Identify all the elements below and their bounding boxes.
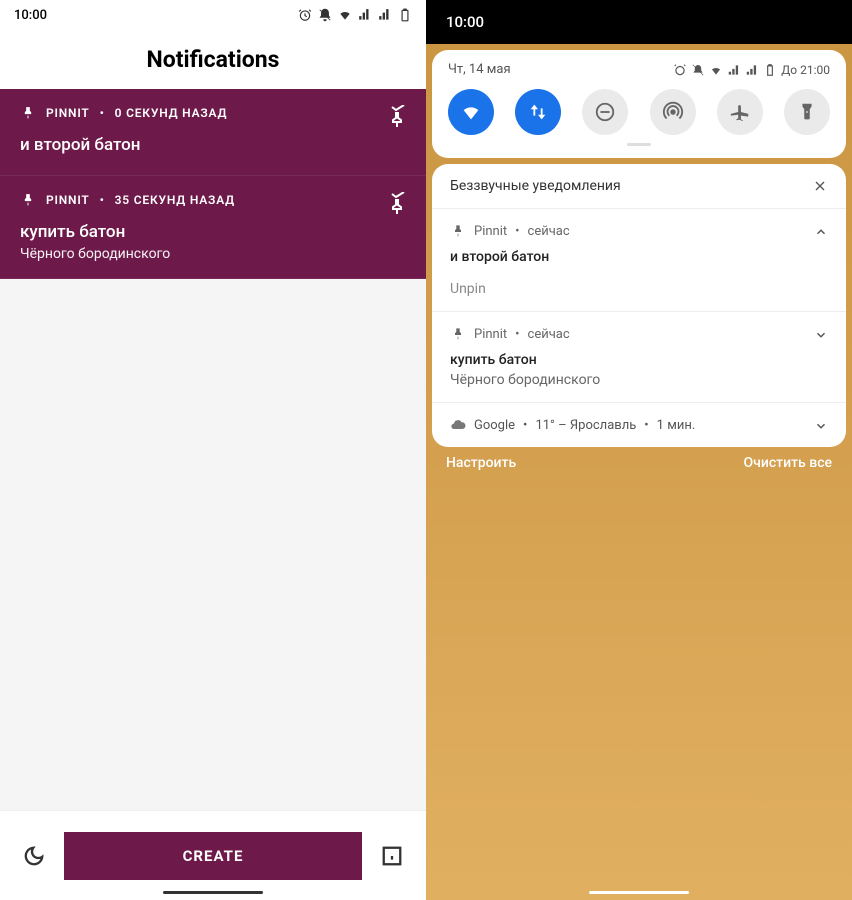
signal-icon (727, 63, 741, 77)
nav-handle[interactable] (163, 891, 263, 894)
flashlight-toggle[interactable] (784, 89, 830, 135)
chevron-down-icon[interactable] (814, 328, 828, 342)
weather-temp: 11° – Ярославль (535, 418, 636, 433)
notif-app: Pinnit (474, 224, 507, 239)
notif-title: купить батон (450, 352, 828, 368)
info-button[interactable] (378, 842, 406, 870)
bg-row: Королевы крика (464, 645, 814, 684)
bg-list-card: Нотка Pinnit turns your to-dos into pers… (456, 520, 822, 692)
page-title: Notifications (0, 30, 426, 89)
phone-right-container: Нотка Pinnit turns your to-dos into pers… (426, 0, 852, 900)
notif-app: PINNIT (46, 193, 90, 207)
qs-drag-handle[interactable] (627, 143, 651, 146)
cloud-icon (450, 417, 466, 433)
bg-row: Pinnit turns your to-dos into persist…По… (464, 567, 814, 606)
bell-off-icon (318, 8, 332, 22)
signal-icon-2 (745, 63, 759, 77)
signal-icon (358, 8, 372, 22)
bell-off-icon (691, 63, 705, 77)
status-bar-right: 10:00 (426, 0, 852, 44)
weather-time: 1 мин. (657, 418, 696, 433)
pin-icon (20, 192, 36, 208)
status-bar-left: 10:00 (0, 0, 426, 30)
notification-item[interactable]: PINNIT • 0 СЕКУНД НАЗАД и второй батон (0, 89, 426, 176)
google-icon (462, 826, 486, 850)
notif-body: Чёрного бородинского (20, 246, 406, 262)
signal-icon-2 (378, 8, 392, 22)
search-bar[interactable] (446, 814, 832, 862)
phone-left-container: 10:00 Notifications PINNIT • 0 СЕКУНД НА… (0, 0, 426, 900)
notification-shade: Беззвучные уведомления Pinnit • сейчас и… (432, 164, 846, 447)
notification-list: PINNIT • 0 СЕКУНД НАЗАД и второй батон P… (0, 89, 426, 810)
pin-check-icon[interactable] (388, 192, 408, 220)
status-time: 10:00 (446, 13, 484, 31)
notif-action-unpin[interactable]: Unpin (450, 281, 828, 297)
notification-item[interactable]: PINNIT • 35 СЕКУНД НАЗАД купить батон Чё… (0, 176, 426, 279)
create-button[interactable]: CREATE (64, 832, 362, 880)
app-folder[interactable] (563, 744, 619, 800)
close-icon[interactable] (812, 178, 828, 194)
notif-time: 35 СЕКУНД НАЗАД (115, 193, 235, 207)
quick-settings-panel: Чт, 14 мая До 21:00 (432, 50, 846, 158)
hotspot-toggle[interactable] (650, 89, 696, 135)
bg-row: Meeter - Hop in and out of calls, dir…По… (464, 606, 814, 645)
dnd-toggle[interactable] (582, 89, 628, 135)
silent-notifs-header: Беззвучные уведомления (432, 164, 846, 208)
pin-check-icon[interactable] (388, 105, 408, 133)
system-folder[interactable]: Система (776, 674, 832, 747)
notif-title: купить батон (20, 222, 406, 242)
notif-time: сейчас (528, 224, 570, 239)
system-notification[interactable]: Pinnit • сейчас купить батон Чёрного бор… (432, 311, 846, 402)
shade-actions: Настроить Очистить все (426, 447, 852, 479)
app-dock: Система (426, 744, 852, 800)
battery-icon (398, 8, 412, 22)
bg-row: Нотка (464, 528, 814, 567)
notif-time: сейчас (528, 327, 570, 342)
system-notification[interactable]: Pinnit • сейчас и второй батон Unpin (432, 208, 846, 311)
theme-toggle-button[interactable] (20, 842, 48, 870)
nav-handle[interactable] (589, 891, 689, 894)
notif-time: 0 СЕКУНД НАЗАД (115, 106, 228, 120)
pin-icon (450, 223, 466, 239)
wifi-icon (709, 63, 723, 77)
assistant-icon[interactable] (792, 826, 816, 850)
weather-app: Google (474, 418, 515, 433)
notif-title: и второй батон (450, 249, 828, 265)
qs-date: Чт, 14 мая (448, 62, 511, 77)
wifi-icon (338, 8, 352, 22)
data-toggle[interactable] (515, 89, 561, 135)
notif-body: Чёрного бородинского (450, 372, 828, 388)
app-folder[interactable] (659, 744, 715, 800)
settings-link[interactable]: Настроить (446, 455, 516, 471)
app-folder[interactable] (466, 744, 522, 800)
battery-icon (763, 63, 777, 77)
clear-all-link[interactable]: Очистить все (743, 455, 832, 471)
chevron-down-icon[interactable] (814, 419, 828, 433)
phone-app-icon[interactable] (456, 744, 512, 800)
chevron-up-icon[interactable] (814, 225, 828, 239)
wifi-toggle[interactable] (448, 89, 494, 135)
bottom-toolbar: CREATE (0, 810, 426, 900)
pin-icon (450, 326, 466, 342)
status-time: 10:00 (14, 8, 47, 23)
airplane-toggle[interactable] (717, 89, 763, 135)
notif-app: PINNIT (46, 106, 90, 120)
alarm-icon (673, 63, 687, 77)
notif-app: Pinnit (474, 327, 507, 342)
battery-until: До 21:00 (781, 63, 830, 77)
alarm-icon (298, 8, 312, 22)
notif-title: и второй батон (20, 135, 406, 155)
pin-icon (20, 105, 36, 121)
app-folder[interactable] (756, 744, 812, 800)
weather-notification[interactable]: Google • 11° – Ярославль • 1 мин. (432, 402, 846, 447)
